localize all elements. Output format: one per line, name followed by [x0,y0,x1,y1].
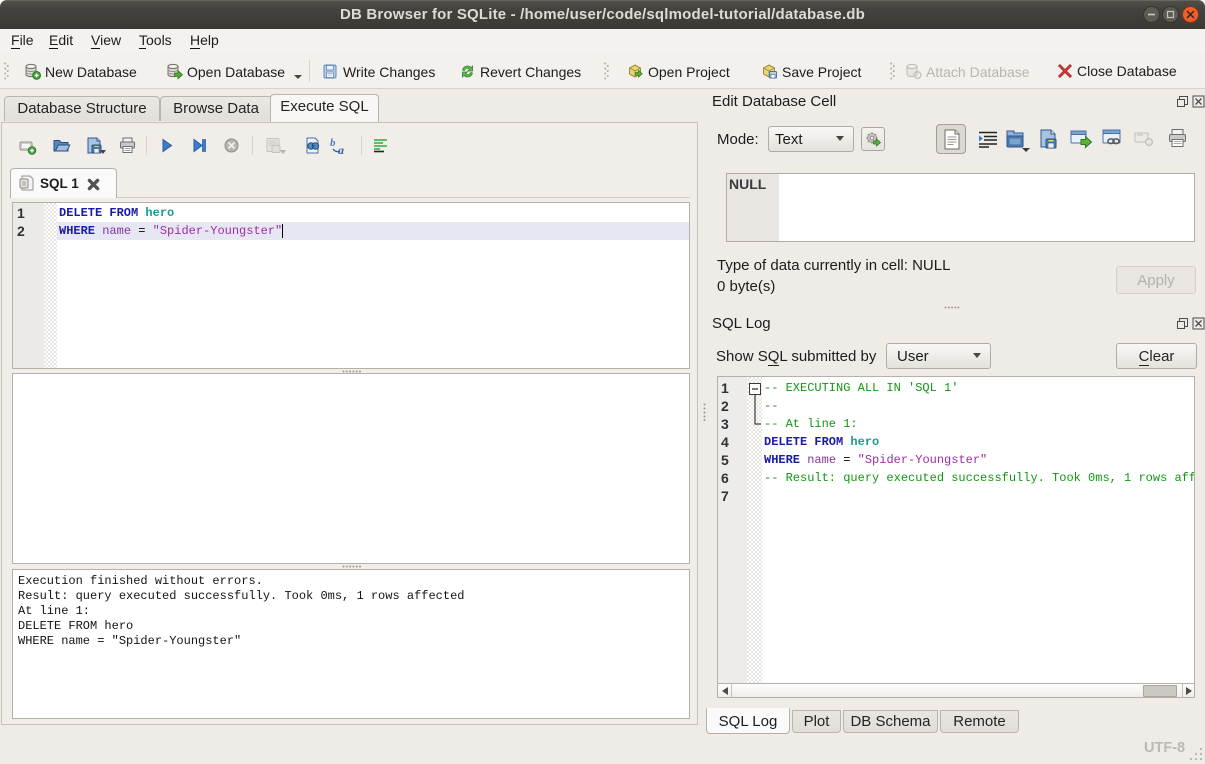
svg-text:a: a [338,143,344,156]
svg-text:b: b [330,137,336,149]
